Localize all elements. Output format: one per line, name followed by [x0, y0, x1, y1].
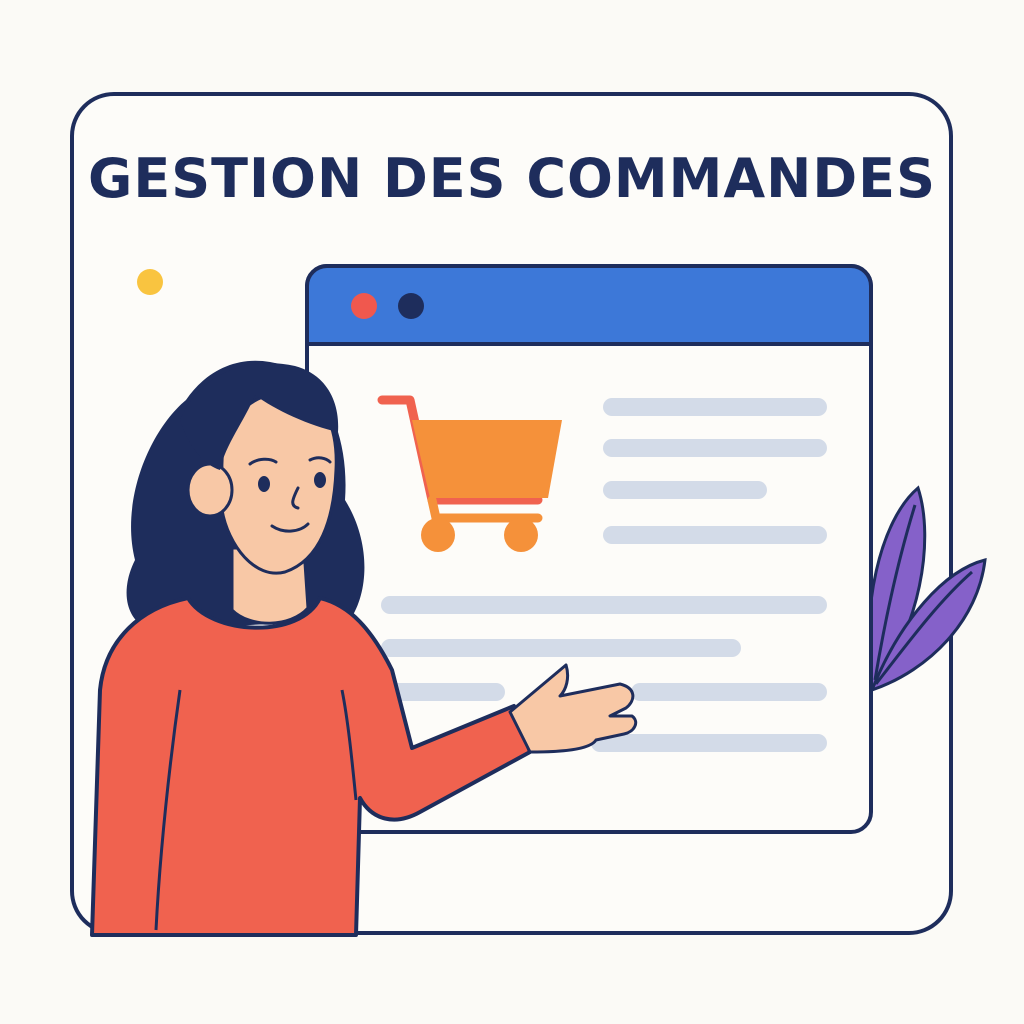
red-dot-icon: [351, 293, 377, 319]
illustration: [90, 264, 987, 937]
leaf-icon: [867, 485, 987, 694]
navy-dot-icon: [398, 293, 424, 319]
yellow-dot-icon: [137, 269, 163, 295]
window-titlebar: [305, 264, 873, 346]
